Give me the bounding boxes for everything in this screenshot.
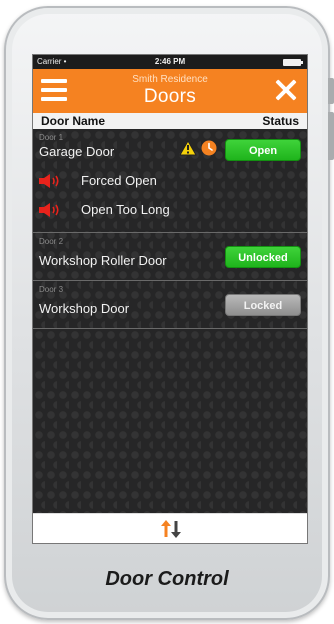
status-button-open[interactable]: Open	[225, 139, 301, 161]
alert-open-too-long: Open Too Long	[39, 201, 219, 219]
door-name: Workshop Door	[39, 301, 130, 316]
volume-down-button	[328, 112, 334, 160]
page-title: Doors	[143, 86, 197, 107]
column-header: Door Name Status	[33, 113, 307, 129]
app-header: Smith Residence Doors	[33, 69, 307, 113]
column-door-name: Door Name	[41, 114, 106, 128]
residence-name: Smith Residence	[132, 74, 208, 85]
sort-arrows-icon[interactable]	[159, 520, 183, 538]
door-number: Door 3	[39, 285, 64, 294]
door-number: Door 2	[39, 237, 64, 246]
alert-forced-open: Forced Open	[39, 172, 219, 190]
door-name: Workshop Roller Door	[39, 253, 167, 268]
battery-icon	[283, 59, 303, 66]
speaker-icon	[39, 174, 59, 188]
app-screen: Carrier • 2:46 PM Smith Residence Doors …	[32, 54, 308, 544]
door-name: Garage Door	[39, 144, 115, 159]
close-icon[interactable]	[273, 77, 299, 103]
warning-icon	[179, 140, 197, 156]
clock-time: 2:46 PM	[154, 57, 186, 66]
status-bar: Carrier • 2:46 PM	[33, 55, 307, 69]
column-status: Status	[262, 114, 299, 128]
door-row-2[interactable]: Door 2 Workshop Roller Door Unlocked	[33, 233, 307, 281]
alert-label: Forced Open	[81, 173, 157, 188]
door-row-3[interactable]: Door 3 Workshop Door Locked	[33, 281, 307, 329]
clock-icon	[201, 140, 217, 156]
speaker-icon	[39, 203, 59, 217]
door-row-1[interactable]: Door 1 Garage Door Open Forced Open Open…	[33, 129, 307, 233]
door-number: Door 1	[39, 133, 64, 142]
footer-bar	[33, 513, 307, 543]
door-list: Door 1 Garage Door Open Forced Open Open…	[33, 129, 307, 515]
status-button-locked[interactable]: Locked	[225, 294, 301, 316]
volume-up-button	[328, 78, 334, 104]
alert-label: Open Too Long	[81, 202, 170, 217]
status-button-unlocked[interactable]: Unlocked	[225, 246, 301, 268]
caption-label: Door Control	[105, 568, 229, 590]
